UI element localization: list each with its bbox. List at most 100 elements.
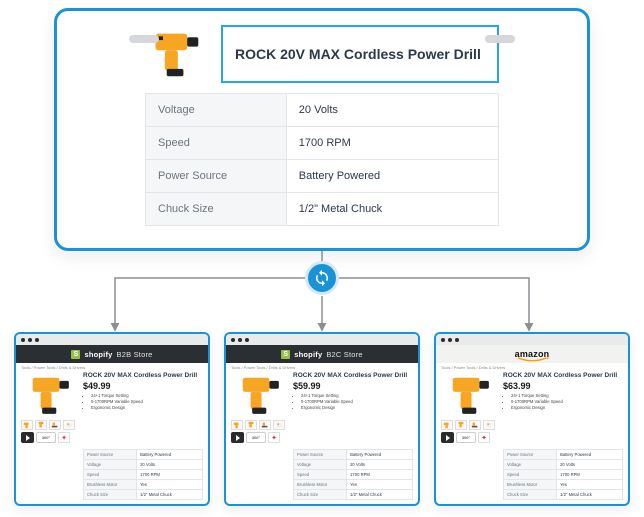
carousel-handle-left[interactable] xyxy=(129,35,159,43)
spec-value: Yes xyxy=(137,480,202,489)
thumbnail[interactable] xyxy=(455,420,467,430)
breadcrumb[interactable]: Tools / Power Tools / Drills & Drivers xyxy=(16,363,208,370)
product-image xyxy=(145,25,207,83)
store-hero: amazon xyxy=(436,345,628,363)
thumbnail[interactable] xyxy=(231,420,243,430)
product-price: $49.99 xyxy=(83,381,203,391)
browser-chrome xyxy=(16,334,208,345)
spec-value: Yes xyxy=(557,480,622,489)
store-label: B2B Store xyxy=(117,350,153,359)
badge-icon: ✦ xyxy=(268,432,280,443)
browser-chrome xyxy=(226,334,418,345)
spec-value: 1/2" Metal Chuck xyxy=(557,490,622,499)
spec-label: Voltage xyxy=(146,94,287,126)
spec-value: 1700 RPM xyxy=(137,470,202,479)
thumbnail[interactable] xyxy=(21,420,33,430)
spec-label: Power Source xyxy=(504,450,557,459)
carousel-handle-right[interactable] xyxy=(485,35,515,43)
product-title: ROCK 20V MAX Cordless Power Drill xyxy=(83,372,203,379)
feature-bullets: 24+1 Torque Setting 0-1700RPM Variable S… xyxy=(293,393,413,411)
shopify-icon: S xyxy=(281,350,290,359)
spec-label: Brushless Motor xyxy=(84,480,137,489)
spec-label: Chuck Size xyxy=(294,490,347,499)
thumbnail[interactable] xyxy=(49,420,61,430)
spec-value: Battery Powered xyxy=(557,450,622,459)
spec-value: 1700 RPM xyxy=(347,470,412,479)
product-title: ROCK 20V MAX Cordless Power Drill xyxy=(503,372,623,379)
spec-table: Voltage 20 Volts Speed 1700 RPM Power So… xyxy=(145,93,499,226)
badge-icon: ✦ xyxy=(58,432,70,443)
breadcrumb[interactable]: Tools / Power Tools / Drills & Drivers xyxy=(436,363,628,370)
shopify-icon: S xyxy=(71,350,80,359)
spec-label: Speed xyxy=(84,470,137,479)
thumbnail[interactable] xyxy=(245,420,257,430)
spec-row: Power Source Battery Powered xyxy=(146,160,498,193)
store-card-b2b: S shopify B2B Store Tools / Power Tools … xyxy=(14,332,210,506)
play-video-button[interactable] xyxy=(441,432,454,443)
spec-value: 20 Volts xyxy=(137,460,202,469)
breadcrumb[interactable]: Tools / Power Tools / Drills & Drivers xyxy=(226,363,418,370)
master-product-card: ROCK 20V MAX Cordless Power Drill Voltag… xyxy=(54,8,590,251)
play-video-button[interactable] xyxy=(21,432,34,443)
mini-spec-table: Power SourceBattery Powered Voltage20 Vo… xyxy=(83,449,203,500)
spec-label: Chuck Size xyxy=(146,193,287,225)
spec-value: 1/2" Metal Chuck xyxy=(347,490,412,499)
spec-value: 20 Volts xyxy=(287,94,498,126)
product-title: ROCK 20V MAX Cordless Power Drill xyxy=(235,45,481,63)
spec-label: Brushless Motor xyxy=(294,480,347,489)
thumbnail[interactable] xyxy=(259,420,271,430)
spec-value: 1/2" Metal Chuck xyxy=(287,193,498,225)
spec-label: Power Source xyxy=(84,450,137,459)
mini-spec-table: Power SourceBattery Powered Voltage20 Vo… xyxy=(293,449,413,500)
spec-label: Chuck Size xyxy=(84,490,137,499)
thumbnail-row xyxy=(441,420,499,430)
spec-row: Speed 1700 RPM xyxy=(146,127,498,160)
spec-row: Chuck Size 1/2" Metal Chuck xyxy=(146,193,498,225)
thumbnail[interactable] xyxy=(273,420,285,430)
product-title-box[interactable]: ROCK 20V MAX Cordless Power Drill xyxy=(221,25,499,83)
feature-bullets: 24+1 Torque Setting 0-1700RPM Variable S… xyxy=(503,393,623,411)
spec-row: Voltage 20 Volts xyxy=(146,94,498,127)
store-hero: S shopify B2C Store xyxy=(226,345,418,363)
thumbnail-row xyxy=(231,420,289,430)
store-label: B2C Store xyxy=(326,350,362,359)
thumbnail[interactable] xyxy=(469,420,481,430)
bullet: Ergonomic Design xyxy=(91,405,203,411)
store-cards-row: S shopify B2B Store Tools / Power Tools … xyxy=(14,332,630,506)
spec-value: 20 Volts xyxy=(347,460,412,469)
play-video-button[interactable] xyxy=(231,432,244,443)
thumbnail[interactable] xyxy=(441,420,453,430)
spec-value: Yes xyxy=(347,480,412,489)
rotate-360-button[interactable]: 360° xyxy=(246,432,266,443)
spec-label: Speed xyxy=(294,470,347,479)
spec-value: Battery Powered xyxy=(137,450,202,459)
spec-value: Battery Powered xyxy=(287,160,498,192)
thumbnail-row xyxy=(21,420,79,430)
spec-label: Speed xyxy=(146,127,287,159)
brand-text: shopify xyxy=(294,350,322,359)
spec-value: 1700 RPM xyxy=(557,470,622,479)
bullet: Ergonomic Design xyxy=(511,405,623,411)
thumbnail[interactable] xyxy=(483,420,495,430)
spec-value: 20 Volts xyxy=(557,460,622,469)
product-price: $59.99 xyxy=(293,381,413,391)
product-title: ROCK 20V MAX Cordless Power Drill xyxy=(293,372,413,379)
bullet: Ergonomic Design xyxy=(301,405,413,411)
product-image xyxy=(441,372,499,418)
store-hero: S shopify B2B Store xyxy=(16,345,208,363)
browser-chrome xyxy=(436,334,628,345)
spec-label: Power Source xyxy=(294,450,347,459)
rotate-360-button[interactable]: 360° xyxy=(456,432,476,443)
badge-icon: ✦ xyxy=(478,432,490,443)
spec-label: Chuck Size xyxy=(504,490,557,499)
feature-bullets: 24+1 Torque Setting 0-1700RPM Variable S… xyxy=(83,393,203,411)
spec-label: Voltage xyxy=(294,460,347,469)
thumbnail[interactable] xyxy=(35,420,47,430)
thumbnail[interactable] xyxy=(63,420,75,430)
spec-value: 1700 RPM xyxy=(287,127,498,159)
product-image xyxy=(231,372,289,418)
store-card-b2c: S shopify B2C Store Tools / Power Tools … xyxy=(224,332,420,506)
rotate-360-button[interactable]: 360° xyxy=(36,432,56,443)
sync-icon xyxy=(305,261,339,295)
amazon-smile-icon xyxy=(515,357,551,362)
